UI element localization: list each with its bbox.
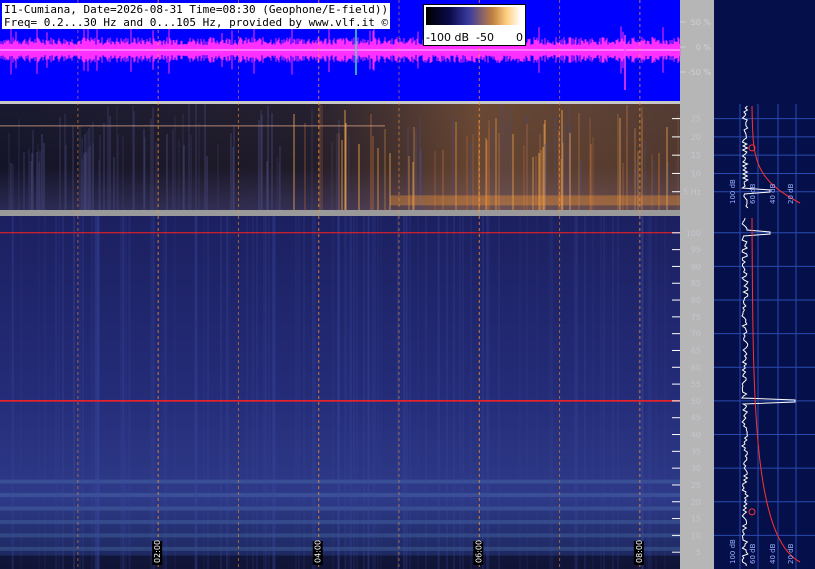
spectrogram-high-band [0, 519, 680, 524]
header-station-line: I1-Cumiana, Date=2026-08-31 Time=08:30 (… [2, 3, 391, 16]
time-label-group: 06:00 [473, 540, 484, 565]
y-axis-band [680, 0, 714, 569]
spectrogram-high-low-edge [0, 555, 680, 569]
spectrogram-low-warm-band [390, 195, 680, 206]
spectrum-db-label: 20 dB [787, 183, 795, 204]
time-label: 06:00 [474, 540, 483, 563]
time-label: 04:00 [314, 540, 323, 563]
time-label: 02:00 [153, 540, 162, 563]
spectrum-db-label: 100 dB [729, 179, 737, 204]
db-color-scale: -100 dB -50 0 [423, 4, 526, 46]
spectrogram-high-band [0, 479, 680, 484]
spectrum-db-label: 100 dB [729, 539, 737, 564]
spectrum-db-label: 60 dB [749, 183, 757, 204]
spectrogram-high-band [0, 493, 680, 498]
spectrogram-low-activity [0, 104, 680, 210]
vlf-monitor-screen: 50 %0 %-50 % 252015105 Hz 10095908580757… [0, 0, 815, 569]
spectrum-db-label: 20 dB [787, 543, 795, 564]
spectrum-db-label: 60 dB [749, 543, 757, 564]
time-label: 08:00 [635, 540, 644, 563]
spectrum-db-label: 40 dB [769, 183, 777, 204]
header-frequency-line: Freq= 0.2...30 Hz and 0...105 Hz, provid… [2, 16, 391, 29]
time-label-group: 08:00 [633, 540, 644, 565]
spectrum-side-panel [714, 0, 815, 569]
scale-label-mid: -50 [476, 31, 494, 44]
db-color-gradient [426, 7, 521, 25]
panel-separator-2 [0, 210, 680, 216]
spectrogram-high-panel [0, 216, 680, 569]
scale-label-min: -100 dB [426, 31, 469, 44]
time-label-group: 04:00 [312, 540, 323, 565]
time-label-group: 02:00 [152, 540, 163, 565]
spectrogram-high-band [0, 533, 680, 538]
spectrum-db-label: 40 dB [769, 543, 777, 564]
spectrogram-high-band [0, 506, 680, 511]
scale-label-max: 0 [516, 31, 523, 44]
chart-canvas: 50 %0 %-50 % 252015105 Hz 10095908580757… [0, 0, 815, 569]
spectrogram-high-band [0, 546, 680, 551]
panel-separator [0, 101, 680, 104]
